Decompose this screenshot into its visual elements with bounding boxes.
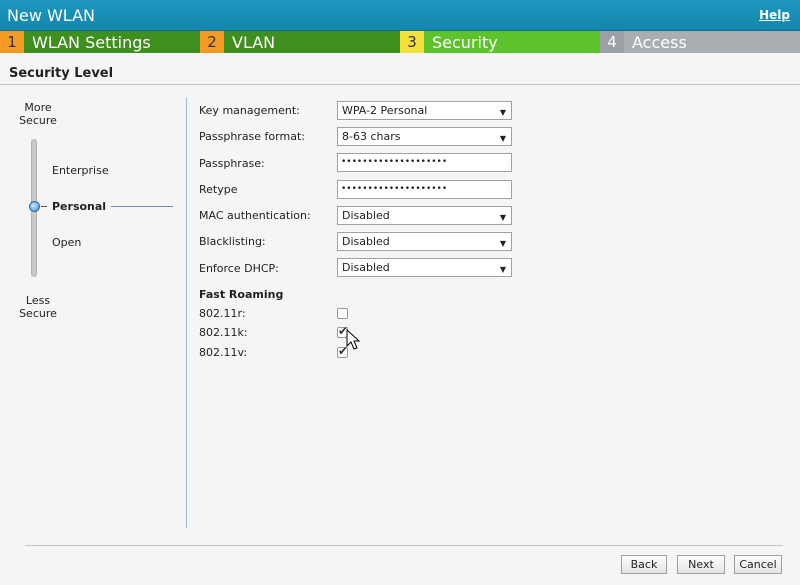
security-level-slider-knob[interactable]: [29, 201, 40, 212]
step-access[interactable]: 4 Access: [600, 31, 800, 53]
mac-authentication-label: MAC authentication:: [199, 209, 311, 222]
step-label: Access: [624, 31, 800, 53]
key-management-label: Key management:: [199, 104, 300, 117]
enforce-dhcp-select[interactable]: Disabled ▼: [337, 258, 512, 277]
blacklisting-select[interactable]: Disabled ▼: [337, 232, 512, 251]
retype-label: Retype: [199, 183, 238, 196]
mac-authentication-select[interactable]: Disabled ▼: [337, 206, 512, 225]
step-number: 4: [600, 31, 624, 53]
step-label: VLAN: [224, 31, 400, 53]
step-number: 2: [200, 31, 224, 53]
enforce-dhcp-label: Enforce DHCP:: [199, 262, 279, 275]
passphrase-format-value: 8-63 chars: [342, 130, 401, 143]
level-option-enterprise[interactable]: Enterprise: [52, 164, 109, 177]
blacklisting-value: Disabled: [342, 235, 390, 248]
level-less-secure-label: Less Secure: [19, 294, 57, 320]
chevron-down-icon: ▼: [499, 108, 506, 117]
step-security[interactable]: 3 Security: [400, 31, 600, 53]
window-title: New WLAN: [7, 6, 95, 25]
80211v-label: 802.11v:: [199, 346, 248, 359]
level-option-open[interactable]: Open: [52, 236, 81, 249]
step-number: 3: [400, 31, 424, 53]
chevron-down-icon: ▼: [499, 239, 506, 248]
level-option-personal[interactable]: Personal: [52, 200, 106, 213]
level-marker-dash: [41, 206, 47, 207]
passphrase-label: Passphrase:: [199, 157, 265, 170]
back-button[interactable]: Back: [621, 555, 667, 574]
mac-authentication-value: Disabled: [342, 209, 390, 222]
mouse-pointer-icon: [346, 329, 360, 350]
section-divider: [0, 84, 800, 85]
cancel-button[interactable]: Cancel: [734, 555, 782, 574]
passphrase-input[interactable]: ••••••••••••••••••••: [337, 153, 512, 172]
section-title: Security Level: [9, 66, 114, 81]
retype-input[interactable]: ••••••••••••••••••••: [337, 180, 512, 199]
step-label: WLAN Settings: [24, 31, 200, 53]
level-more-secure-label: More Secure: [19, 101, 57, 127]
level-selected-line: [111, 206, 173, 207]
footer-divider: [25, 545, 783, 546]
window-titlebar: New WLAN Help: [0, 0, 800, 31]
80211r-label: 802.11r:: [199, 307, 246, 320]
80211r-checkbox[interactable]: [337, 308, 348, 319]
blacklisting-label: Blacklisting:: [199, 235, 266, 248]
80211k-label: 802.11k:: [199, 326, 248, 339]
key-management-select[interactable]: WPA-2 Personal ▼: [337, 101, 512, 120]
help-link[interactable]: Help: [759, 8, 790, 22]
step-vlan[interactable]: 2 VLAN: [200, 31, 400, 53]
wizard-steps: 1 WLAN Settings 2 VLAN 3 Security 4 Acce…: [0, 31, 800, 53]
next-button[interactable]: Next: [677, 555, 725, 574]
step-number: 1: [0, 31, 24, 53]
panel-divider: [186, 98, 187, 528]
step-wlan-settings[interactable]: 1 WLAN Settings: [0, 31, 200, 53]
chevron-down-icon: ▼: [499, 265, 506, 274]
passphrase-format-select[interactable]: 8-63 chars ▼: [337, 127, 512, 146]
chevron-down-icon: ▼: [499, 213, 506, 222]
fast-roaming-title: Fast Roaming: [199, 288, 284, 301]
step-label: Security: [424, 31, 600, 53]
passphrase-format-label: Passphrase format:: [199, 130, 305, 143]
chevron-down-icon: ▼: [499, 134, 506, 143]
key-management-value: WPA-2 Personal: [342, 104, 428, 117]
enforce-dhcp-value: Disabled: [342, 261, 390, 274]
